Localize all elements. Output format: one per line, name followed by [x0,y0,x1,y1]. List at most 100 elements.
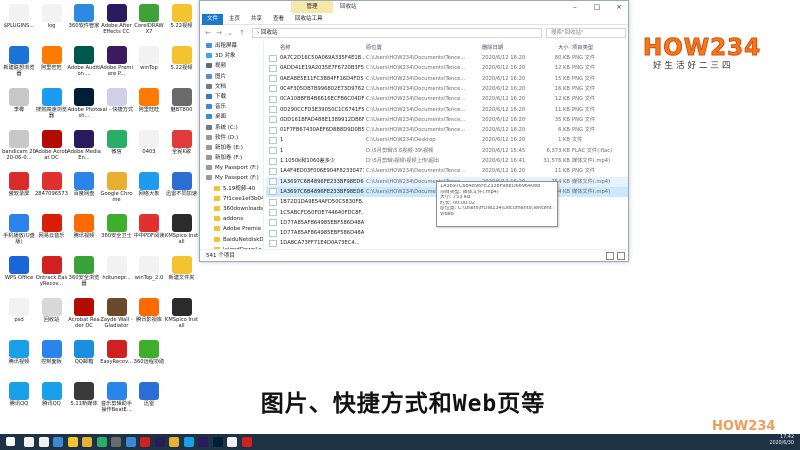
desktop-shortcut[interactable]: 迅雷 [132,380,166,418]
taskbar-app-icon[interactable] [169,437,179,447]
desktop-shortcut[interactable]: 百度网盘 [67,170,101,208]
desktop-shortcut[interactable]: 李霉 [2,86,36,124]
file-row[interactable]: 1D77A85AF864985EBF586D48A... [266,228,628,238]
file-row[interactable]: 1 C:\Users\HOW234\Desktop 2020/6/12 16:20 1… [266,135,628,145]
desktop-shortcut[interactable]: 360安全卫士 [100,212,134,250]
nav-item[interactable]: 软件 (D:) [200,133,263,143]
file-row[interactable]: 0D290CCFD3E39050C1C6741F5... C:\Users\HOW… [266,105,628,115]
desktop-shortcut[interactable]: 5.22视频 [165,44,199,82]
taskbar-app-icon[interactable] [198,437,208,447]
desktop-shortcut[interactable]: sai - 快捷方式 [100,86,134,124]
nav-item[interactable]: 音乐 [200,102,263,112]
desktop-shortcut[interactable]: 腾讯视频 [2,338,36,376]
clock[interactable]: 17:42 2020/6/30 [769,435,794,447]
file-row[interactable]: 0ADD41E19A2035E7F6720B3F58... C:\Users\HO… [266,63,628,73]
desktop-shortcut[interactable]: Acrobat Reader DC [67,296,101,334]
desktop-shortcut[interactable]: QQ邮箱 [67,338,101,376]
nav-item[interactable]: 5.19视频-40 [200,184,263,194]
nav-item[interactable]: 图片 [200,72,263,82]
desktop-shortcut[interactable]: log [35,2,69,40]
desktop-shortcut[interactable]: 5.11新媒体 [67,380,101,418]
nav-item[interactable]: 视频 [200,61,263,71]
taskbar-app-icon[interactable] [53,437,63,447]
nav-item[interactable]: 新加卷 (E:) [200,143,263,153]
up-icon[interactable]: ↑ [237,28,247,38]
desktop-shortcut[interactable]: 腾讯QQ [35,380,69,418]
desktop-shortcut[interactable]: 控制面板 [35,338,69,376]
nav-item[interactable]: Adobe Premie [200,224,263,234]
file-row[interactable]: 0CA108BFB4B6616ECFB6C04DF6... C:\Users\HO… [266,94,628,104]
desktop-shortcut[interactable]: 新建文件夹 [165,254,199,292]
nav-item[interactable]: 桌面 [200,112,263,122]
column-date-deleted[interactable]: 删除日期 [482,43,503,51]
details-view-icon[interactable] [606,252,614,260]
desktop-shortcut[interactable]: 全民K歌 [165,128,199,166]
desktop-shortcut[interactable]: Adobe After Effects CC [100,2,134,40]
desktop-shortcut[interactable]: winTop_2.0 [132,254,166,292]
taskbar-app-icon[interactable] [154,437,165,447]
desktop-shortcut[interactable]: 360远程协助 [132,338,166,376]
taskbar-app-icon[interactable] [38,437,49,447]
file-row[interactable]: 01F7FB67430AEF6D8B8D9D0B5... C:\Users\HOW… [266,125,628,135]
taskbar-app-icon[interactable] [67,437,78,447]
desktop-shortcut[interactable]: CorelDRAW X7 [132,2,166,40]
file-row[interactable]: 0C4F305DB7B996802E73D9762... C:\Users\HOW… [266,84,628,94]
forward-icon[interactable]: → [214,28,224,38]
desktop-shortcut[interactable]: 傲软录屏 [2,170,36,208]
desktop-shortcut[interactable]: winTop [132,44,166,82]
file-row[interactable]: 0DD161BFAD488E1389912DB6F... C:\Users\HOW… [266,115,628,125]
desktop-shortcut[interactable]: 5.22视频 [165,2,199,40]
nav-item[interactable]: 7f1cee1ef3b04 [200,194,263,204]
nav-item[interactable]: 新加卷 (F:) [200,153,263,163]
nav-item[interactable]: My Passport (F:) [200,173,263,183]
search-input[interactable]: 搜索"回收站" [546,28,626,38]
tab-file[interactable]: 文件 [202,14,224,25]
nav-item[interactable]: 出租屏幕 [200,41,263,51]
context-tab-manage[interactable]: 管理 [291,1,333,13]
desktop-shortcut[interactable]: $PLUGINS... [2,2,36,40]
address-bar[interactable]: › 回收站 [252,28,542,38]
desktop-shortcut[interactable]: 音乐剪辑助手操作BeatE... [100,380,134,418]
nav-item[interactable]: BaiduNetdiskD [200,235,263,245]
tab-view[interactable]: 查看 [268,14,289,25]
desktop-shortcut[interactable]: Adobe Media En... [67,128,101,166]
column-item-type[interactable]: 项目类型 [572,43,593,51]
desktop-shortcut[interactable]: 阿里旺旺 [132,86,166,124]
desktop-shortcut[interactable]: 迅雷不同加速 [165,170,199,208]
desktop-shortcut[interactable]: hdtunepr... [100,254,134,292]
desktop-shortcut[interactable]: 手机播放(U盘版) [2,212,36,250]
file-row[interactable]: 1.1050k和1060差多少 D:\5月剪辑\视频\视频上传\超出 2020/6/… [266,156,628,166]
file-row[interactable]: 1 D:\5月剪辑\5.6视频-39\视频 2020/6/12 15:45 6,373… [266,146,628,156]
start-icon[interactable] [6,437,15,446]
taskbar-app-icon[interactable] [183,437,194,447]
desktop-shortcut[interactable]: Google Chrome [100,170,134,208]
desktop-shortcut[interactable]: 中中PDF阅读 [132,212,166,250]
desktop-shortcut[interactable]: bandicam 2020-06-0... [2,128,36,166]
desktop-shortcut[interactable]: 魅BT800 [165,86,199,124]
tab-share[interactable]: 共享 [246,14,267,25]
desktop-shortcut[interactable]: KMSpico Install [165,296,199,334]
desktop-shortcut[interactable]: 搜狗高速浏览器 [35,86,69,124]
desktop-shortcut[interactable]: 网络大象 [132,170,166,208]
recent-dropdown-icon[interactable]: ⌄ [225,28,235,38]
maximize-icon[interactable]: □ [586,1,608,13]
taskbar-app-icon[interactable] [241,437,252,447]
column-name[interactable]: 名称 [280,43,291,51]
file-row[interactable]: 0A7C2D16C50A069A335F4E1B... C:\Users\HOW2… [266,53,628,63]
back-icon[interactable]: ← [203,28,213,38]
desktop-shortcut[interactable]: 0403 [132,128,166,166]
nav-item[interactable]: 系统 (C:) [200,123,263,133]
nav-item[interactable]: 3D 对象 [200,51,263,61]
desktop-shortcut[interactable]: 360安全浏览器 [67,254,101,292]
nav-item[interactable]: 文档 [200,82,263,92]
file-row[interactable]: 1DA8CA73FF71E4D0A73EC4... [266,238,628,248]
desktop-shortcut[interactable]: Adobe Acrobat DC [35,128,69,166]
desktop-shortcut[interactable]: 微信 [100,128,134,166]
close-icon[interactable]: × [608,1,630,13]
desktop-shortcut[interactable]: 腾讯视频 [67,212,101,250]
desktop-shortcut[interactable]: 回收站 [35,296,69,334]
nav-item[interactable]: 下载 [200,92,263,102]
desktop-shortcut[interactable]: 阿里旺旺 [35,44,69,82]
desktop-shortcut[interactable]: KMSpico Install [165,212,199,250]
desktop-shortcut[interactable]: EasyRecov... [100,338,134,376]
